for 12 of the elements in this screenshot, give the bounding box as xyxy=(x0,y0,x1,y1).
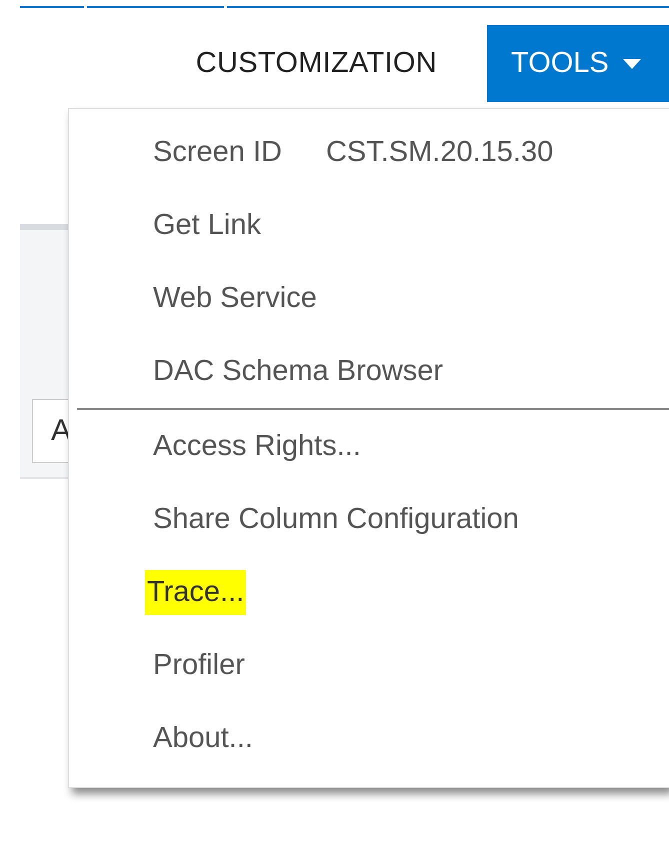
menu-item[interactable]: Share Column Configuration xyxy=(69,483,669,556)
tools-button[interactable]: TOOLS xyxy=(487,25,669,102)
menu-item[interactable]: Profiler xyxy=(69,629,669,702)
caret-icon xyxy=(622,58,641,68)
customization-link[interactable]: CUSTOMIZATION xyxy=(196,47,437,80)
menu-label: Screen ID xyxy=(153,136,282,169)
menu-item[interactable]: About... xyxy=(69,702,669,775)
menu-item[interactable]: Trace... xyxy=(69,556,669,629)
screen-id-item[interactable]: Screen ID CST.SM.20.15.30 xyxy=(69,116,669,189)
menu-item[interactable]: Web Service xyxy=(69,262,669,335)
menu-item[interactable]: Get Link xyxy=(69,189,669,262)
screen-id-value: CST.SM.20.15.30 xyxy=(326,136,554,169)
